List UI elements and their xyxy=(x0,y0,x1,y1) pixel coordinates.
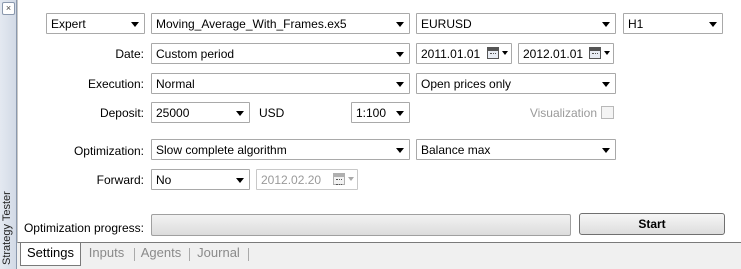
tick-model-select[interactable]: Open prices only xyxy=(416,73,616,94)
side-tab-label-wrap: Strategy Tester xyxy=(1,181,16,265)
chevron-down-icon xyxy=(709,22,717,27)
forward-mode-select[interactable]: No xyxy=(151,169,250,190)
start-button[interactable]: Start xyxy=(579,213,725,235)
deposit-currency: USD xyxy=(259,106,285,120)
expert-select[interactable]: Moving_Average_With_Frames.ex5 xyxy=(151,13,410,34)
leverage-value: 1:100 xyxy=(356,106,387,120)
chevron-down-icon xyxy=(602,82,610,87)
test-type-select[interactable]: Expert xyxy=(46,13,145,34)
optimization-progress-label: Optimization progress: xyxy=(23,221,144,235)
tester-tabs: Settings Inputs Agents Journal xyxy=(17,243,741,269)
date-from-value: 2011.01.01 xyxy=(421,47,481,61)
chevron-down-icon xyxy=(131,22,139,27)
chevron-down-icon xyxy=(396,22,404,27)
date-to-picker[interactable]: 2012.01.01 xyxy=(518,43,614,64)
chevron-down-icon xyxy=(602,22,610,27)
date-label: Date: xyxy=(115,47,144,61)
calendar-icon[interactable] xyxy=(487,47,509,60)
visualization-checkbox[interactable] xyxy=(601,106,614,119)
optimization-label: Optimization: xyxy=(73,144,144,158)
deposit-amount-combo[interactable]: 25000 xyxy=(151,102,250,123)
optimization-progress-bar xyxy=(151,214,571,236)
tick-model-value: Open prices only xyxy=(421,77,512,91)
deposit-label: Deposit: xyxy=(99,106,144,120)
visualization-label: Visualization xyxy=(529,106,597,120)
chevron-down-icon xyxy=(396,82,404,87)
tab-inputs[interactable]: Inputs xyxy=(80,243,133,265)
period-value: H1 xyxy=(628,17,644,31)
date-mode-select[interactable]: Custom period xyxy=(151,43,410,64)
date-mode-value: Custom period xyxy=(156,47,235,61)
optimization-algorithm-select[interactable]: Slow complete algorithm xyxy=(151,139,410,160)
forward-label: Forward: xyxy=(96,173,144,187)
forward-date-value: 2012.02.20 xyxy=(261,173,322,187)
forward-mode-value: No xyxy=(156,173,172,187)
tab-journal[interactable]: Journal xyxy=(190,243,247,265)
chevron-down-icon xyxy=(396,148,404,153)
tab-agents[interactable]: Agents xyxy=(135,243,187,265)
tab-settings[interactable]: Settings xyxy=(20,243,81,266)
tab-separator xyxy=(248,248,249,261)
chevron-down-icon xyxy=(396,111,404,116)
chevron-down-icon xyxy=(236,178,244,183)
leverage-select[interactable]: 1:100 xyxy=(351,102,410,123)
date-from-picker[interactable]: 2011.01.01 xyxy=(416,43,512,64)
date-to-value: 2012.01.01 xyxy=(523,47,584,61)
test-type-value: Expert xyxy=(51,17,86,31)
expert-value: Moving_Average_With_Frames.ex5 xyxy=(156,17,347,31)
optimization-criterion-value: Balance max xyxy=(421,143,491,157)
period-select[interactable]: H1 xyxy=(623,13,723,34)
chevron-down-icon xyxy=(602,148,610,153)
execution-label: Execution: xyxy=(87,77,144,91)
deposit-amount-value: 25000 xyxy=(156,106,190,120)
symbol-value: EURUSD xyxy=(421,17,472,31)
side-tab-label: Strategy Tester xyxy=(1,191,13,265)
strategy-tester-side-tab[interactable]: × Strategy Tester xyxy=(0,0,17,269)
symbol-select[interactable]: EURUSD xyxy=(416,13,616,34)
execution-delay-select[interactable]: Normal xyxy=(151,73,410,94)
forward-date-picker[interactable]: 2012.02.20 xyxy=(256,169,358,190)
close-icon[interactable]: × xyxy=(2,2,15,15)
calendar-icon[interactable] xyxy=(333,173,355,186)
calendar-icon[interactable] xyxy=(589,47,611,60)
chevron-down-icon xyxy=(396,52,404,57)
chevron-down-icon xyxy=(236,111,244,116)
optimization-algorithm-value: Slow complete algorithm xyxy=(156,143,287,157)
optimization-criterion-select[interactable]: Balance max xyxy=(416,139,616,160)
execution-delay-value: Normal xyxy=(156,77,195,91)
